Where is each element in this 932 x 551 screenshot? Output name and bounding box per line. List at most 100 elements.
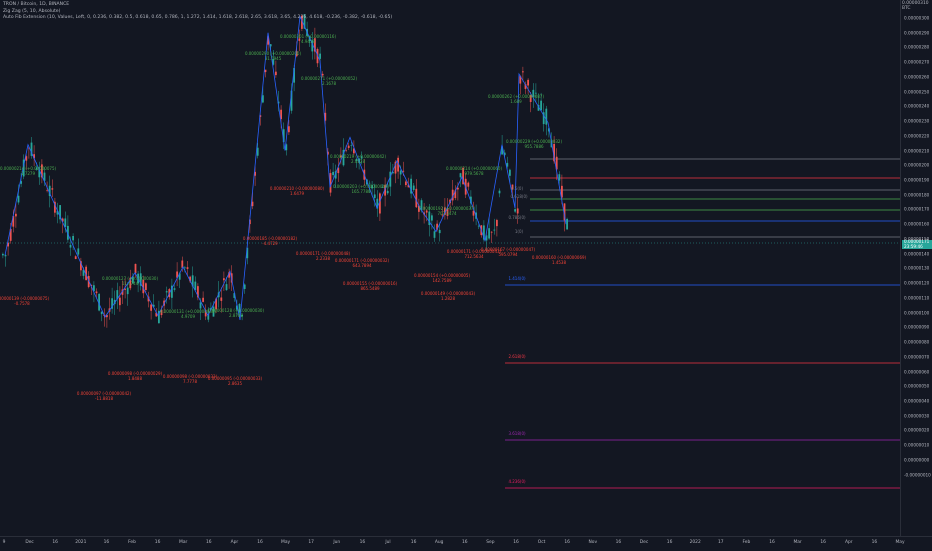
price-tick: 0.00000060 <box>904 369 930 375</box>
candle-body <box>17 195 20 203</box>
candle-body <box>545 108 548 125</box>
candle-body <box>69 244 72 248</box>
candle-body <box>134 263 137 274</box>
price-tick: 0.00000220 <box>904 133 930 139</box>
zigzag-label-volume: 1.7279 <box>21 171 35 176</box>
zigzag-label-volume: 2.2338 <box>316 256 330 261</box>
candle-body <box>64 218 67 228</box>
time-label: Dec <box>25 540 34 545</box>
symbol-title[interactable]: TRON / Bitcoin, 1D, BINANCE <box>3 2 392 9</box>
candle-body <box>77 248 80 255</box>
price-tick: 0.00000230 <box>904 118 930 124</box>
candle-body <box>199 302 202 309</box>
zigzag-label-volume: 31.5945 <box>265 56 282 61</box>
price-tick: 0.00000290 <box>904 30 930 36</box>
zigzag-label-volume: 1.689 <box>510 99 522 104</box>
price-tick: 0.00000010 <box>904 442 930 448</box>
chart-area[interactable]: 0.00000214 (+0.00000075) 1.7279 0.00000139… <box>0 0 900 536</box>
zigzag-label-volume: 142.7589 <box>432 278 452 283</box>
zigzag-label-volume: 7.7778 <box>183 379 197 384</box>
candle-body <box>566 218 568 230</box>
zigzag-label-volume: 1.2828 <box>441 296 455 301</box>
candle-body <box>165 291 168 293</box>
candle-body <box>431 215 433 221</box>
zigzag-label-volume: -4.4729 <box>262 241 278 246</box>
price-tick: 0.00000040 <box>904 398 930 404</box>
candle-body <box>74 256 77 259</box>
price-scale[interactable]: 0.00000310 BTC 0.00000300 0.00000290 0.000… <box>900 0 932 536</box>
price-chart[interactable]: 0.00000214 (+0.00000075)1.72790.00000139… <box>0 0 900 536</box>
candle-body <box>405 181 407 186</box>
candle-body <box>126 287 129 295</box>
chart-legend: TRON / Bitcoin, 1D, BINANCE Zig Zag (5, … <box>3 2 392 22</box>
fib-level-label: 1.414(0) <box>508 276 526 281</box>
time-label: 17 <box>308 540 314 545</box>
time-label: Sep <box>486 540 495 545</box>
price-tick: 0.00000000 <box>904 457 930 463</box>
zigzag-label-volume: 979.5678 <box>464 171 484 176</box>
time-label: Aug <box>434 540 444 545</box>
price-tick: 0.00000030 <box>904 413 930 419</box>
price-tick: 0.00000120 <box>904 280 930 286</box>
price-tick: 0.00000050 <box>904 383 930 389</box>
time-label: 16 <box>564 540 570 545</box>
time-label: Jun <box>333 540 341 545</box>
zigzag-label-volume: 1.8488 <box>128 376 142 381</box>
time-label: 16 <box>206 540 212 545</box>
time-label: 16 <box>820 540 826 545</box>
fib-level-label: 0.786(0) <box>508 215 526 220</box>
time-label: Apr <box>844 540 853 545</box>
candle-body <box>150 304 152 311</box>
zigzag-label-volume: 707.3474 <box>437 211 457 216</box>
time-label: 16 <box>462 540 468 545</box>
candle-body <box>457 187 459 190</box>
candle-body <box>288 126 290 133</box>
candle-body <box>490 231 493 233</box>
candle-body <box>262 95 264 103</box>
candle-body <box>15 213 17 217</box>
candle-body <box>558 174 561 181</box>
zigzag-label-volume: 595.0794 <box>498 252 518 257</box>
candle-body <box>402 170 405 172</box>
candle-body <box>438 229 441 234</box>
candle-body <box>4 255 7 257</box>
candle-body <box>459 173 462 178</box>
fib-level-label: 0.5(0) <box>511 186 523 191</box>
candle-body <box>332 171 334 176</box>
candle-body <box>496 219 498 227</box>
zigzag-label-volume: 712.5634 <box>464 254 484 259</box>
price-tick: 0.00000080 <box>904 339 930 345</box>
price-tick: 0.00000240 <box>904 103 930 109</box>
time-label: 16 <box>615 540 622 545</box>
candle-body <box>173 288 176 290</box>
indicator-fib-title[interactable]: Auto Fib Extension (10, Values, Left, 0,… <box>3 15 392 22</box>
candle-body <box>488 228 490 239</box>
candle-body <box>2 253 4 256</box>
time-label: Jul <box>385 540 391 545</box>
zigzag-label-volume: 1.6479 <box>290 191 304 196</box>
candle-body <box>243 284 246 289</box>
fib-level-label: 1(0) <box>515 229 524 234</box>
zigzag-labels: 0.00000214 (+0.00000075)1.72790.00000139… <box>0 34 587 401</box>
price-tick: 0.00000090 <box>904 324 930 330</box>
candle-body <box>373 194 376 199</box>
time-scale[interactable]: 9 Dec 16 2021 16 Feb 16 Mar 16 Apr 16 May 17 Jun 16 Jul… <box>0 536 932 551</box>
time-label: 16 <box>410 540 417 545</box>
price-scale-header: 0.00000310 BTC <box>902 1 929 11</box>
candle-body <box>51 188 54 190</box>
candle-body <box>220 297 223 301</box>
candle-body <box>412 185 415 191</box>
price-tick: 0.00000260 <box>904 74 930 80</box>
time-label: Nov <box>588 540 598 545</box>
time-label: 16 <box>257 540 263 545</box>
price-tick: 0.00000160 <box>904 221 930 227</box>
zigzag-label-volume: 2.8635 <box>228 381 242 386</box>
price-tick: 0.00000180 <box>904 192 930 198</box>
candle-body <box>225 284 228 291</box>
time-label: 16 <box>666 540 673 545</box>
candle-body <box>100 311 103 315</box>
time-label: 16 <box>359 540 366 545</box>
candle-body <box>467 182 470 187</box>
candle-body <box>509 169 511 176</box>
time-label: 16 <box>871 540 878 545</box>
